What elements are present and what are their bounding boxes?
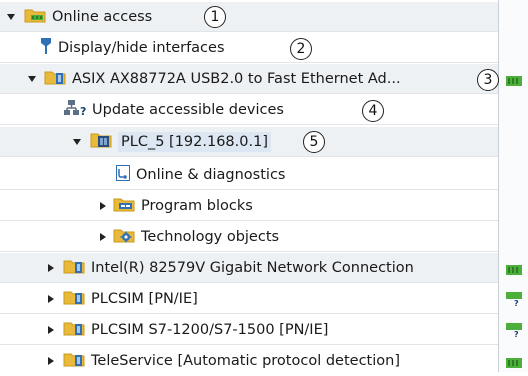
- network-adapter-folder-icon: [63, 289, 85, 309]
- collapse-arrow-icon[interactable]: [45, 262, 57, 274]
- tree-item-label: Intel(R) 82579V Gigabit Network Connecti…: [91, 259, 414, 276]
- expand-arrow-icon[interactable]: [26, 73, 38, 85]
- tree-item-plcsim-s7[interactable]: PLCSIM S7-1200/S7-1500 [PN/IE]: [0, 315, 498, 345]
- network-status-icon: [506, 263, 522, 275]
- tree-item-display-hide-interfaces[interactable]: Display/hide interfaces: [0, 33, 498, 63]
- tree-item-technology-objects[interactable]: Technology objects: [0, 222, 498, 252]
- callout-4: 4: [362, 100, 384, 122]
- tree-item-label: Program blocks: [141, 197, 253, 214]
- collapse-arrow-icon[interactable]: [45, 324, 57, 336]
- network-adapter-folder-icon: [44, 69, 66, 89]
- tree-item-adapter-asix[interactable]: ASIX AX88772A USB2.0 to Fast Ethernet Ad…: [0, 64, 498, 94]
- network-status-icon: [506, 74, 522, 86]
- column-divider: [498, 0, 499, 372]
- tree-item-label: Update accessible devices: [92, 101, 284, 118]
- collapse-arrow-icon[interactable]: [97, 231, 109, 243]
- network-adapter-folder-icon: [63, 351, 85, 371]
- expand-arrow-icon[interactable]: [71, 136, 83, 148]
- tree-item-plcsim[interactable]: PLCSIM [PN/IE]: [0, 284, 498, 314]
- interface-plug-icon: [40, 37, 52, 59]
- project-tree: Online access Display/hide interfaces AS…: [0, 0, 528, 372]
- svg-text:?: ?: [80, 105, 86, 117]
- tree-item-update-accessible-devices[interactable]: ? Update accessible devices: [0, 95, 498, 125]
- technology-objects-icon: [113, 227, 135, 247]
- tree-item-plc-5[interactable]: PLC_5 [192.168.0.1]: [0, 127, 498, 157]
- online-access-icon: [24, 7, 46, 27]
- tree-item-label: TeleService [Automatic protocol detectio…: [91, 353, 400, 369]
- status-column: [499, 0, 528, 372]
- tree-item-label: PLC_5 [192.168.0.1]: [118, 131, 271, 152]
- collapse-arrow-icon[interactable]: [45, 355, 57, 367]
- update-devices-icon: ?: [64, 99, 86, 121]
- network-adapter-folder-icon: [63, 258, 85, 278]
- collapse-arrow-icon[interactable]: [97, 200, 109, 212]
- tree-item-label: Online access: [52, 8, 153, 25]
- callout-1: 1: [204, 6, 226, 28]
- diagnostics-icon: [116, 164, 130, 185]
- program-blocks-icon: [113, 196, 135, 216]
- network-adapter-folder-icon: [63, 320, 85, 340]
- tree-item-label: ASIX AX88772A USB2.0 to Fast Ethernet Ad…: [72, 70, 401, 87]
- callout-2: 2: [290, 38, 312, 60]
- tree-item-program-blocks[interactable]: Program blocks: [0, 191, 498, 221]
- callout-3: 3: [477, 69, 499, 91]
- network-status-icon: [506, 356, 522, 368]
- network-status-unknown-icon: ?: [506, 292, 522, 308]
- svg-text:?: ?: [514, 330, 519, 337]
- network-status-unknown-icon: ?: [506, 323, 522, 339]
- tree-item-online-access[interactable]: Online access: [0, 2, 498, 32]
- tree-item-label: Technology objects: [141, 228, 280, 245]
- tree-item-label: Display/hide interfaces: [58, 39, 225, 56]
- collapse-arrow-icon[interactable]: [45, 293, 57, 305]
- tree-item-label: PLCSIM [PN/IE]: [91, 290, 198, 307]
- callout-5: 5: [303, 131, 325, 153]
- expand-arrow-icon[interactable]: [5, 11, 17, 23]
- plc-device-icon: [90, 131, 112, 153]
- tree-item-label: Online & diagnostics: [136, 166, 286, 183]
- svg-text:?: ?: [514, 299, 519, 306]
- tree-item-label: PLCSIM S7-1200/S7-1500 [PN/IE]: [91, 321, 329, 338]
- tree-item-adapter-intel[interactable]: Intel(R) 82579V Gigabit Network Connecti…: [0, 253, 498, 283]
- tree-item-online-diagnostics[interactable]: Online & diagnostics: [0, 160, 498, 190]
